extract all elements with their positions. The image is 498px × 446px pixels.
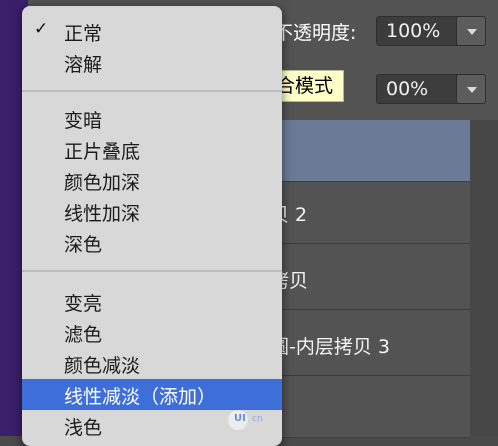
menu-separator	[22, 90, 282, 92]
menu-item-darken[interactable]: 变暗	[22, 103, 282, 134]
menu-item-label: 变亮	[64, 293, 103, 315]
layer-name: 圆-内层拷贝 3	[270, 336, 390, 358]
layers-scrollbar[interactable]	[470, 120, 498, 436]
menu-separator	[22, 270, 282, 272]
opacity-label: 不透明度:	[274, 22, 357, 44]
opacity-input[interactable]: 100%	[376, 16, 460, 46]
menu-item-label: 线性加深	[64, 203, 141, 225]
menu-item-multiply[interactable]: 正片叠底	[22, 134, 282, 165]
menu-item-color-burn[interactable]: 颜色加深	[22, 165, 282, 196]
menu-item-label: 颜色加深	[64, 172, 141, 194]
menu-item-label: 线性减淡（添加）	[64, 386, 217, 408]
menu-item-dissolve[interactable]: 溶解	[22, 47, 282, 78]
menu-item-darker-color[interactable]: 深色	[22, 227, 282, 258]
watermark-logo-text: UI	[234, 413, 246, 424]
fill-dropdown-button[interactable]	[456, 74, 486, 104]
menu-item-linear-burn[interactable]: 线性加深	[22, 196, 282, 227]
chevron-down-icon	[467, 29, 477, 35]
chevron-down-icon	[467, 87, 477, 93]
menu-item-linear-dodge[interactable]: 线性减淡（添加）	[22, 379, 282, 410]
menu-item-label: 正片叠底	[64, 141, 141, 163]
blend-mode-menu: ✓ 正常 溶解 变暗 正片叠底 颜色加深 线性加深 深色 变亮 滤色 颜色减淡 …	[22, 6, 282, 446]
menu-item-label: 滤色	[64, 324, 103, 346]
menu-item-label: 深色	[64, 234, 103, 256]
checkmark-icon: ✓	[34, 19, 49, 39]
menu-item-label: 颜色减淡	[64, 355, 141, 377]
menu-item-label: 溶解	[64, 54, 103, 76]
menu-item-screen[interactable]: 滤色	[22, 317, 282, 348]
opacity-value: 100%	[386, 20, 441, 42]
watermark-suffix: cn	[252, 414, 263, 424]
menu-item-label: 变暗	[64, 110, 103, 132]
menu-item-color-dodge[interactable]: 颜色减淡	[22, 348, 282, 379]
menu-item-lighten[interactable]: 变亮	[22, 286, 282, 317]
menu-item-normal[interactable]: ✓ 正常	[22, 16, 282, 47]
menu-item-label: 正常	[64, 23, 103, 45]
fill-input[interactable]: 00%	[376, 74, 460, 104]
fill-value: 00%	[386, 78, 429, 100]
opacity-dropdown-button[interactable]	[456, 16, 486, 46]
